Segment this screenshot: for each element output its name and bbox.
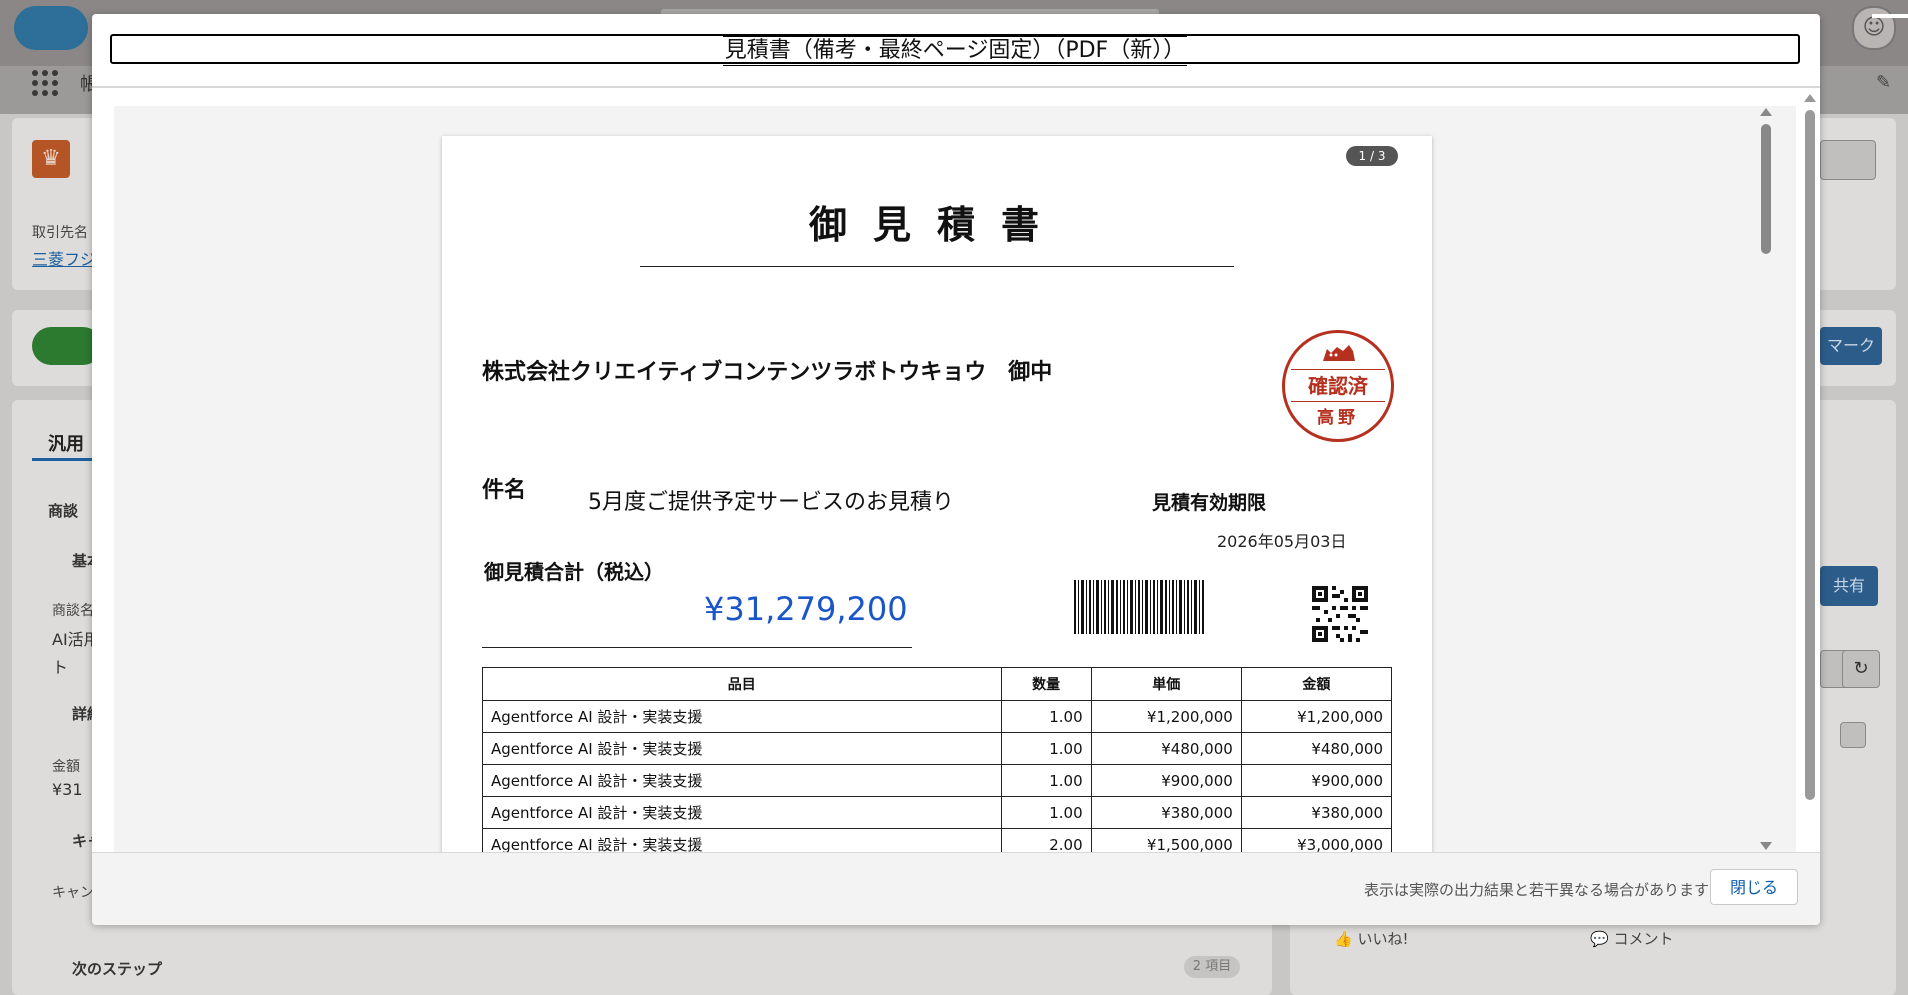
cell-amount: ¥480,000 — [1240, 732, 1393, 765]
deal-name-label: 商談名 — [52, 603, 94, 619]
title-underline — [640, 266, 1234, 267]
total-value: ¥31,279,200 — [704, 590, 908, 628]
header-qty: 数量 — [1000, 667, 1092, 701]
valid-until-date: 2026年05月03日 — [1217, 532, 1347, 551]
cell-unit-price: ¥1,500,000 — [1090, 828, 1242, 852]
crown-icon: ♛ — [32, 140, 70, 178]
cell-amount: ¥380,000 — [1240, 796, 1393, 829]
account-label: 取引先名 — [32, 225, 88, 241]
section-next-steps[interactable]: 次のステップ — [72, 958, 162, 979]
modal-scroll-up-icon[interactable] — [1804, 94, 1816, 102]
stamp-line-bottom — [1291, 401, 1385, 402]
table-header-row: 品目 数量 単価 金額 — [482, 667, 1393, 701]
modal-close-icon[interactable] — [1872, 14, 1908, 18]
header-unit-price: 単価 — [1090, 667, 1242, 701]
app-grid-icon[interactable] — [32, 70, 58, 96]
cell-qty: 2.00 — [1000, 828, 1092, 852]
valid-until-label: 見積有効期限 — [1152, 492, 1267, 514]
table-row: Agentforce AI 設計・実装支援 1.00 ¥900,000 ¥900… — [482, 764, 1393, 797]
line-items-table: 品目 数量 単価 金額 Agentforce AI 設計・実装支援 1.00 ¥… — [482, 667, 1393, 852]
campaign-label: キャン — [52, 885, 94, 901]
feed-dropdown[interactable] — [1840, 722, 1866, 748]
share-button[interactable]: 共有 — [1820, 566, 1878, 606]
avatar[interactable]: ☺ — [1852, 6, 1896, 50]
stamp-name: 高野 — [1317, 408, 1359, 428]
table-row: Agentforce AI 設計・実装支援 1.00 ¥1,200,000 ¥1… — [482, 700, 1393, 733]
modal-header: 見積書（備考・最終ページ固定）（PDF（新）） — [92, 14, 1820, 88]
salesforce-logo — [14, 6, 88, 50]
total-underline — [482, 647, 912, 648]
cell-qty: 1.00 — [1000, 796, 1092, 829]
amount-label: 金額 — [52, 759, 80, 775]
scroll-thumb[interactable] — [1761, 124, 1771, 254]
document-title: 御見積書 — [808, 202, 1065, 247]
subject-value: 5月度ご提供予定サービスのお見積り — [588, 490, 954, 515]
modal-footer: 表示は実際の出力結果と若干異なる場合があります 閉じる — [92, 852, 1820, 925]
cell-item: Agentforce AI 設計・実装支援 — [482, 700, 1002, 733]
header-amount: 金額 — [1240, 667, 1393, 701]
table-row: Agentforce AI 設計・実装支援 2.00 ¥1,500,000 ¥3… — [482, 828, 1393, 852]
cell-qty: 1.00 — [1000, 732, 1092, 765]
cell-amount: ¥1,200,000 — [1240, 700, 1393, 733]
cell-unit-price: ¥380,000 — [1090, 796, 1242, 829]
cell-unit-price: ¥480,000 — [1090, 732, 1242, 765]
deal-name-value-2: ト — [52, 658, 69, 677]
stamp-main-text: 確認済 — [1308, 374, 1368, 398]
edit-nav-icon[interactable]: ✎ — [1876, 72, 1891, 93]
cell-unit-price: ¥900,000 — [1090, 764, 1242, 797]
subject-label: 件名 — [482, 478, 527, 503]
cell-item: Agentforce AI 設計・実装支援 — [482, 732, 1002, 765]
cell-item: Agentforce AI 設計・実装支援 — [482, 796, 1002, 829]
pdf-page: 1 / 3 御見積書 株式会社クリエイティブコンテンツラボトウキョウ 御中 確認… — [442, 136, 1432, 852]
total-label: 御見積合計（税込） — [484, 560, 664, 584]
customer-name: 株式会社クリエイティブコンテンツラボトウキョウ 御中 — [482, 360, 1053, 385]
cell-unit-price: ¥1,200,000 — [1090, 700, 1242, 733]
footer-note: 表示は実際の出力結果と若干異なる場合があります — [1364, 881, 1710, 899]
account-link[interactable]: 三菱フジ — [32, 246, 96, 270]
table-row: Agentforce AI 設計・実装支援 1.00 ¥380,000 ¥380… — [482, 796, 1393, 829]
like-button[interactable]: 👍 いいね! — [1334, 928, 1408, 949]
pdf-preview-modal: 見積書（備考・最終ページ固定）（PDF（新）） 1 / 3 御見積書 株式会社ク… — [92, 14, 1908, 925]
cell-item: Agentforce AI 設計・実装支援 — [482, 764, 1002, 797]
section-deal: 商談 — [48, 502, 79, 520]
comment-button[interactable]: 💬 コメント — [1590, 928, 1673, 949]
cat-icon — [1323, 345, 1355, 361]
close-button[interactable]: 閉じる — [1710, 869, 1798, 905]
scroll-down-icon[interactable] — [1760, 842, 1772, 850]
cell-amount: ¥900,000 — [1240, 764, 1393, 797]
cell-qty: 1.00 — [1000, 764, 1092, 797]
tab-active-indicator — [32, 458, 98, 461]
modal-scroll-thumb[interactable] — [1805, 110, 1815, 800]
qr-code-icon — [1312, 586, 1368, 642]
scroll-up-icon[interactable] — [1760, 108, 1772, 116]
header-item: 品目 — [482, 667, 1002, 701]
record-actions-dropdown[interactable] — [1820, 140, 1876, 180]
mark-stage-button[interactable]: マーク — [1820, 327, 1882, 365]
approval-stamp: 確認済 高野 — [1282, 330, 1394, 442]
amount-value: ¥31 — [52, 780, 83, 799]
pdf-viewer[interactable]: 1 / 3 御見積書 株式会社クリエイティブコンテンツラボトウキョウ 御中 確認… — [114, 106, 1796, 852]
refresh-button[interactable]: ↻ — [1842, 650, 1880, 688]
cell-amount: ¥3,000,000 — [1240, 828, 1393, 852]
like-label: いいね! — [1357, 930, 1409, 948]
pdf-scrollbar[interactable] — [1758, 106, 1774, 852]
modal-title-box: 見積書（備考・最終ページ固定）（PDF（新）） — [110, 34, 1800, 66]
modal-title: 見積書（備考・最終ページ固定）（PDF（新）） — [722, 36, 1188, 66]
next-steps-count: 2 項目 — [1184, 956, 1240, 978]
cell-item: Agentforce AI 設計・実装支援 — [482, 828, 1002, 852]
table-row: Agentforce AI 設計・実装支援 1.00 ¥480,000 ¥480… — [482, 732, 1393, 765]
comment-label: コメント — [1613, 930, 1674, 948]
page-indicator: 1 / 3 — [1346, 146, 1398, 166]
cell-qty: 1.00 — [1000, 700, 1092, 733]
modal-scrollbar[interactable] — [1802, 94, 1818, 864]
barcode-icon — [1074, 580, 1204, 634]
tab-general[interactable]: 汎用 — [48, 430, 84, 456]
